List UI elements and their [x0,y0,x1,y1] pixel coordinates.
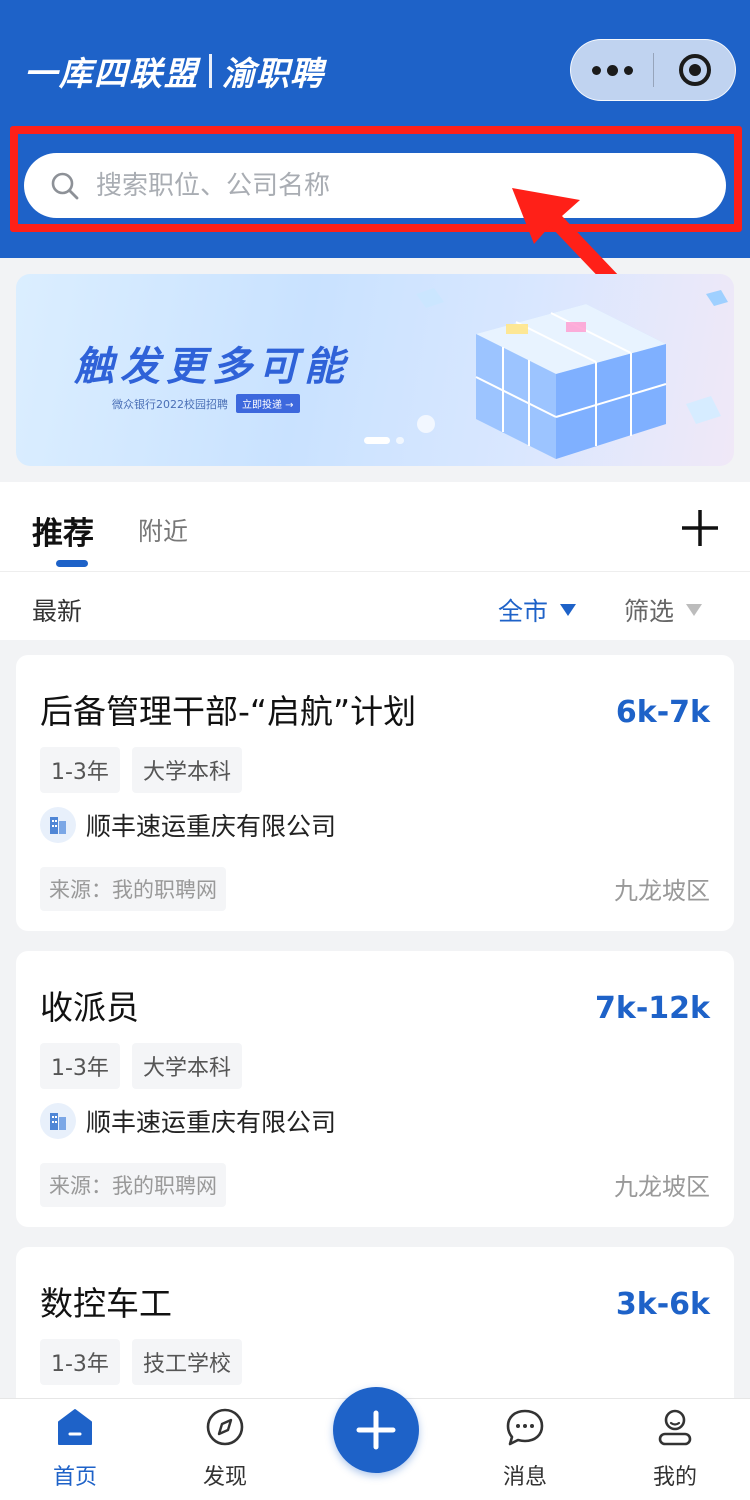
job-title: 收派员 [40,988,139,1027]
job-source: 来源：我的职聘网 [40,1163,226,1207]
job-title: 数控车工 [40,1284,172,1323]
tab-active-indicator [56,560,88,567]
job-district: 九龙坡区 [614,1173,710,1201]
chevron-down-icon [686,604,703,616]
more-dot-icon [606,64,618,76]
company-row: 顺丰速运重庆有限公司 [40,807,336,843]
post-add-button[interactable] [333,1387,419,1473]
job-salary: 6k-7k [615,695,710,730]
banner-apply-button[interactable]: 立即投递 → [236,394,300,413]
nav-home-label: 首页 [52,1465,97,1490]
brand-logo: 一库四联盟 渝职聘 [24,46,324,96]
target-close-icon [678,54,711,86]
city-filter-dropdown[interactable]: 全市 [498,592,577,628]
company-name: 顺丰速运重庆有限公司 [86,812,337,841]
banner-subtitle: 微众银行2022校园招聘 立即投递 → [112,394,300,413]
nav-mine[interactable]: 我的 [620,1399,730,1500]
job-salary: 3k-6k [615,1287,710,1322]
job-salary: 7k-12k [595,991,710,1026]
tab-recommend[interactable]: 推荐 [32,508,94,553]
banner-dot [396,437,404,444]
banner-pagination [364,437,404,444]
job-title: 后备管理干部-“启航”计划 [40,692,417,731]
company-row: 顺丰速运重庆有限公司 [40,1103,336,1139]
tab-nearby[interactable]: 附近 [138,512,188,548]
building-icon [40,807,76,843]
search-icon [51,172,79,199]
experience-tag: 1-3年 [40,747,120,793]
nav-mine-label: 我的 [652,1465,697,1490]
home-icon [58,1409,92,1445]
experience-tag: 1-3年 [40,1339,120,1385]
filter-dropdown[interactable]: 筛选 [624,592,703,628]
nav-messages[interactable]: 消息 [470,1399,580,1500]
sort-latest[interactable]: 最新 [32,592,82,628]
education-tag: 大学本科 [131,1043,242,1089]
brand-divider [209,54,212,88]
miniprogram-capsule [570,39,736,101]
feed-tabs: 推荐 附近 [0,482,750,572]
close-miniprogram-button[interactable] [654,40,735,100]
filter-label: 筛选 [624,597,675,626]
banner-title: 触发更多可能 [74,344,350,390]
job-tags: 1-3年 大学本科 [40,747,242,793]
more-menu-button[interactable] [571,40,653,100]
user-icon [658,1409,692,1446]
banner-subtitle-text: 微众银行2022校园招聘 [112,397,228,411]
nav-home[interactable]: 首页 [20,1399,130,1500]
more-dot-icon [623,65,633,75]
chat-bubble-icon [506,1409,544,1446]
experience-tag: 1-3年 [40,1043,120,1089]
city-filter-label: 全市 [498,597,549,626]
nav-discover-label: 发现 [202,1465,247,1490]
company-name: 顺丰速运重庆有限公司 [86,1108,337,1137]
education-tag: 技工学校 [131,1339,242,1385]
promo-banner[interactable]: 触发更多可能 微众银行2022校园招聘 立即投递 → [16,274,734,466]
job-card[interactable]: 收派员 7k-12k 1-3年 大学本科 顺丰速运重庆有限公司 来源：我的职聘网… [16,951,734,1227]
job-tags: 1-3年 技工学校 [40,1339,242,1385]
brand-right-text: 渝职聘 [222,54,324,93]
banner-dot-active [364,437,390,444]
education-tag: 大学本科 [131,747,242,793]
filter-bar: 最新 全市 筛选 [0,572,750,640]
cube-illustration [416,288,728,459]
compass-icon [206,1408,244,1446]
more-dot-icon [591,65,601,75]
job-source: 来源：我的职聘网 [40,867,226,911]
brand-left-text: 一库四联盟 [24,54,199,93]
add-tab-icon[interactable] [680,508,720,548]
job-district: 九龙坡区 [614,877,710,905]
nav-discover[interactable]: 发现 [170,1399,280,1500]
nav-messages-label: 消息 [502,1465,547,1490]
plus-icon [356,1410,396,1450]
building-icon [40,1103,76,1139]
job-tags: 1-3年 大学本科 [40,1043,242,1089]
job-card[interactable]: 后备管理干部-“启航”计划 6k-7k 1-3年 大学本科 顺丰速运重庆有限公司… [16,655,734,931]
chevron-down-icon [560,604,577,616]
